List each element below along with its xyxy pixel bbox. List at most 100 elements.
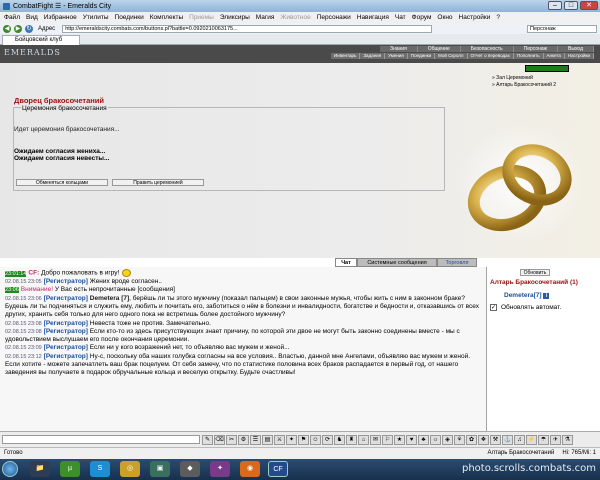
auto-refresh-option[interactable]: ✓ Обновлять автомат.: [490, 304, 597, 311]
chat-toolbar-icon[interactable]: ⚙: [238, 435, 249, 445]
message-sender[interactable]: [Регистратор]: [44, 353, 88, 360]
menu-item[interactable]: Файл: [4, 14, 20, 21]
tab-system-messages[interactable]: Системные сообщения: [357, 258, 437, 267]
menu-item[interactable]: Магия: [256, 14, 275, 21]
chat-toolbar-icon[interactable]: ❖: [478, 435, 489, 445]
message-timestamp[interactable]: 02.08.15 23:08: [5, 329, 42, 335]
game-subnav-item[interactable]: Поединки: [407, 53, 436, 59]
chat-toolbar-icon[interactable]: ♜: [346, 435, 357, 445]
menu-item[interactable]: Утилиты: [83, 14, 109, 21]
menu-item[interactable]: Комплекты: [150, 14, 183, 21]
firefox-icon[interactable]: ◉: [240, 461, 260, 477]
chat-input[interactable]: [2, 435, 200, 444]
minimize-button[interactable]: –: [548, 1, 562, 10]
maximize-button[interactable]: □: [564, 1, 578, 10]
chat-toolbar-icon[interactable]: ✈: [550, 435, 561, 445]
chat-toolbar-icon[interactable]: ⚒: [490, 435, 501, 445]
message-sender[interactable]: Внимание!: [21, 286, 53, 293]
utorrent-icon[interactable]: µ: [60, 461, 80, 477]
message-timestamp[interactable]: 23:06: [5, 287, 19, 294]
chat-toolbar-icon[interactable]: ☺: [310, 435, 321, 445]
back-icon[interactable]: ◀: [3, 24, 11, 33]
chat-toolbar-icon[interactable]: ⚗: [562, 435, 573, 445]
refresh-button[interactable]: Обновить: [520, 269, 550, 276]
game-nav-item[interactable]: Общение: [417, 46, 461, 52]
menu-item[interactable]: Приемы: [189, 14, 214, 21]
message-sender[interactable]: [Регистратор]: [44, 344, 88, 351]
chat-toolbar-icon[interactable]: ⚓: [502, 435, 513, 445]
menu-item[interactable]: Поединки: [115, 14, 144, 21]
chat-toolbar-icon[interactable]: ☂: [538, 435, 549, 445]
chat-toolbar-icon[interactable]: ♞: [334, 435, 345, 445]
menu-item[interactable]: Вид: [26, 14, 38, 21]
menu-item[interactable]: ?: [496, 14, 500, 21]
chat-toolbar-icon[interactable]: ✂: [226, 435, 237, 445]
forward-icon[interactable]: ▶: [14, 24, 22, 33]
game-subnav-item[interactable]: Пополнить: [513, 53, 544, 59]
lead-ceremony-button[interactable]: Править церемонией: [112, 179, 204, 186]
chat-toolbar-icon[interactable]: ⌫: [214, 435, 225, 445]
message-timestamp[interactable]: 02.08.15 23:12: [5, 354, 42, 360]
link-altar-2[interactable]: » Алтарь Бракосочетаний 2: [492, 82, 556, 89]
message-addressee[interactable]: Demetera [7]: [90, 295, 129, 302]
chat-toolbar-icon[interactable]: ★: [394, 435, 405, 445]
app-icon-2[interactable]: ◆: [180, 461, 200, 477]
auto-refresh-checkbox[interactable]: ✓: [490, 304, 497, 311]
game-nav-item[interactable]: Знания: [379, 46, 418, 52]
menu-item[interactable]: Избранное: [44, 14, 77, 21]
chat-toolbar-icon[interactable]: ⚡: [526, 435, 537, 445]
chat-toolbar-icon[interactable]: ☼: [430, 435, 441, 445]
game-subnav-item[interactable]: Отчет о переводах: [467, 53, 514, 59]
media-icon[interactable]: ▣: [150, 461, 170, 477]
game-nav-item[interactable]: Персонаж: [513, 46, 559, 52]
message-timestamp[interactable]: 23:01:14: [5, 270, 27, 277]
user-name[interactable]: Demetera[7]: [504, 292, 542, 299]
refresh-icon[interactable]: ↻: [25, 24, 33, 33]
message-sender[interactable]: [Регистратор]: [44, 295, 88, 302]
tab-trade[interactable]: Торговля: [437, 258, 477, 267]
combats-icon[interactable]: CF: [268, 461, 288, 477]
menu-item[interactable]: Настройки: [459, 14, 491, 21]
skype-icon[interactable]: S: [90, 461, 110, 477]
chat-toolbar-icon[interactable]: ♣: [418, 435, 429, 445]
menu-item[interactable]: Чат: [395, 14, 406, 21]
game-subnav-item[interactable]: Анкета: [543, 53, 565, 59]
url-field[interactable]: http://emeraldscity.combats.com/buttons.…: [62, 24, 433, 33]
message-timestamp[interactable]: 02.08.15 23:08: [5, 321, 42, 327]
menu-item[interactable]: Окно: [437, 14, 452, 21]
message-sender[interactable]: CF:: [28, 270, 39, 277]
chat-toolbar-icon[interactable]: ⚘: [454, 435, 465, 445]
chat-toolbar-icon[interactable]: ♥: [406, 435, 417, 445]
chat-toolbar-icon[interactable]: ⟳: [322, 435, 333, 445]
chat-toolbar-icon[interactable]: ▤: [262, 435, 273, 445]
chat-toolbar-icon[interactable]: ✎: [202, 435, 213, 445]
menu-item[interactable]: Животное: [280, 14, 310, 21]
tab-chat[interactable]: Чат: [335, 258, 357, 267]
chat-toolbar-icon[interactable]: ♫: [514, 435, 525, 445]
app-icon-3[interactable]: ✦: [210, 461, 230, 477]
chat-toolbar-icon[interactable]: ◈: [442, 435, 453, 445]
message-sender[interactable]: [Регистратор]: [44, 328, 88, 335]
chat-toolbar-icon[interactable]: ⚑: [298, 435, 309, 445]
chat-toolbar-icon[interactable]: ✦: [286, 435, 297, 445]
chat-toolbar-icon[interactable]: ✿: [466, 435, 477, 445]
game-subnav-item[interactable]: Задания: [360, 53, 386, 59]
game-subnav-item[interactable]: Инвентарь: [330, 53, 361, 59]
chat-toolbar-icon[interactable]: ☰: [250, 435, 261, 445]
exchange-rings-button[interactable]: Обменяться кольцами: [16, 179, 108, 186]
chat-toolbar-icon[interactable]: ⚐: [382, 435, 393, 445]
game-nav-item[interactable]: Безопасность: [460, 46, 514, 52]
explorer-icon[interactable]: 📁: [30, 461, 50, 477]
message-timestamp[interactable]: 02.08.15 23:09: [5, 345, 42, 351]
link-ceremony-hall[interactable]: » Зал Церемоний: [492, 75, 556, 82]
game-subnav-item[interactable]: Умения: [385, 53, 408, 59]
chat-toolbar-icon[interactable]: ⚔: [274, 435, 285, 445]
message-sender[interactable]: [Регистратор]: [44, 320, 88, 327]
game-nav-item[interactable]: Выход: [558, 46, 594, 52]
info-icon[interactable]: i: [543, 293, 550, 299]
chrome-icon[interactable]: ◎: [120, 461, 140, 477]
tab-combats[interactable]: Бойцовский клуб: [2, 35, 80, 45]
chat-toolbar-icon[interactable]: ⌂: [358, 435, 369, 445]
chat-toolbar-icon[interactable]: ✉: [370, 435, 381, 445]
close-button[interactable]: ✕: [580, 1, 598, 10]
